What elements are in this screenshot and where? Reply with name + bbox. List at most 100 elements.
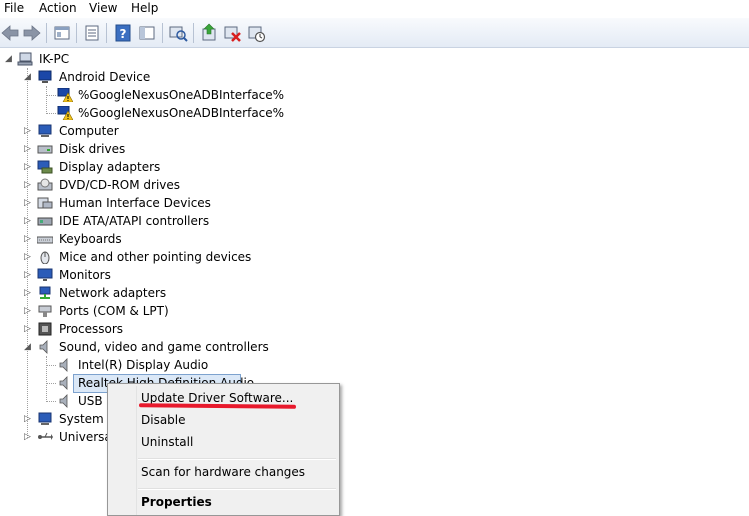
hid-icon: [37, 197, 53, 209]
toolbar-separator: [193, 23, 194, 43]
toolbar-separator: [46, 23, 47, 43]
up-icon[interactable]: [52, 23, 72, 43]
collapse-icon[interactable]: ◢: [4, 50, 13, 68]
expand-icon[interactable]: ▷: [23, 194, 32, 212]
disk-drive-icon: [37, 145, 53, 154]
tree-label: Keyboards: [59, 232, 122, 246]
uninstall-icon[interactable]: [222, 23, 242, 43]
menu-item-uninstall[interactable]: Uninstall: [141, 432, 193, 452]
tree-category-sound[interactable]: ◢ Sound, video and game controllers: [0, 338, 300, 356]
scan-icon[interactable]: [168, 23, 188, 43]
computer-root-icon: [17, 52, 33, 66]
tree-label: Computer: [59, 124, 119, 138]
tree-category-android-device[interactable]: ◢ Android Device: [0, 68, 200, 86]
tree-label: Network adapters: [59, 286, 167, 300]
expand-icon[interactable]: ▷: [23, 122, 32, 140]
android-device-icon: [38, 70, 52, 83]
tree-label: Processors: [59, 322, 124, 336]
context-menu-gutter: [136, 386, 137, 515]
tree-category-computer[interactable]: ▷ Computer: [0, 122, 300, 140]
menu-item-disable[interactable]: Disable: [141, 410, 186, 430]
usb-icon: [38, 432, 53, 440]
show-hide-icon[interactable]: [137, 23, 157, 43]
menu-item-scan-hardware[interactable]: Scan for hardware changes: [141, 462, 305, 482]
tree-label: Disk drives: [59, 142, 126, 156]
speaker-icon: [59, 358, 68, 372]
menu-action[interactable]: Action: [39, 0, 77, 17]
expand-icon[interactable]: ▷: [23, 212, 32, 230]
tree-label: Display adapters: [59, 160, 161, 174]
tree-category-monitors[interactable]: ▷ Monitors: [0, 266, 300, 284]
tree-label: Sound, video and game controllers: [59, 340, 269, 354]
expand-icon[interactable]: ▷: [23, 320, 32, 338]
menu-separator: [138, 458, 336, 460]
tree-category-keyboards[interactable]: ▷ Keyboards: [0, 230, 300, 248]
expand-icon[interactable]: ▷: [23, 302, 32, 320]
menu-item-properties[interactable]: Properties: [141, 492, 212, 512]
tree-label: Human Interface Devices: [59, 196, 211, 210]
mouse-icon: [40, 251, 50, 264]
tree-category-processors[interactable]: ▷ Processors: [0, 320, 300, 338]
tree-category-mice[interactable]: ▷ Mice and other pointing devices: [0, 248, 300, 266]
tree-label: Mice and other pointing devices: [59, 250, 252, 264]
tree-category-network-adapters[interactable]: ▷ Network adapters: [0, 284, 300, 302]
keyboard-icon: [37, 236, 53, 244]
toolbar-separator: [162, 23, 163, 43]
menu-file[interactable]: File: [4, 0, 24, 17]
device-warning-icon: [57, 106, 73, 120]
tree-device-intel-audio[interactable]: Intel(R) Display Audio: [0, 356, 300, 374]
disable-icon[interactable]: [246, 23, 266, 43]
help-icon[interactable]: ?: [113, 23, 133, 43]
expand-icon[interactable]: ▷: [23, 266, 32, 284]
toolbar-separator: [76, 23, 77, 43]
toolbar: ?: [0, 18, 749, 48]
network-adapter-icon: [39, 286, 51, 299]
tree-category-disk-drives[interactable]: ▷ Disk drives: [0, 140, 300, 158]
tree-category-ide-controllers[interactable]: ▷ IDE ATA/ATAPI controllers: [0, 212, 300, 230]
back-icon[interactable]: [0, 23, 20, 43]
tree-label: DVD/CD-ROM drives: [59, 178, 181, 192]
processor-icon: [38, 322, 52, 336]
tree-device-adb-interface[interactable]: %GoogleNexusOneADBInterface%: [0, 86, 300, 104]
tree-label: Intel(R) Display Audio: [78, 358, 209, 372]
ide-controller-icon: [37, 217, 53, 226]
tree-category-display-adapters[interactable]: ▷ Display adapters: [0, 158, 300, 176]
expand-icon[interactable]: ▷: [23, 230, 32, 248]
expand-icon[interactable]: ▷: [23, 140, 32, 158]
monitor-icon: [37, 268, 53, 281]
properties-icon[interactable]: [82, 23, 102, 43]
tree-label: Monitors: [59, 268, 111, 282]
collapse-icon[interactable]: ◢: [23, 68, 32, 86]
speaker-icon: [59, 394, 68, 408]
speaker-icon: [59, 376, 68, 390]
display-adapter-icon: [37, 160, 53, 174]
system-device-icon: [38, 412, 52, 425]
forward-icon[interactable]: [22, 23, 42, 43]
tree-category-ports[interactable]: ▷ Ports (COM & LPT): [0, 302, 300, 320]
tree-label: %GoogleNexusOneADBInterface%: [78, 88, 285, 102]
collapse-icon[interactable]: ◢: [23, 338, 32, 356]
expand-icon[interactable]: ▷: [23, 428, 32, 446]
device-warning-icon: [57, 88, 73, 102]
expand-icon[interactable]: ▷: [23, 176, 32, 194]
menu-help[interactable]: Help: [131, 0, 158, 17]
tree-root-label: IK-PC: [39, 52, 70, 66]
tree-label: IDE ATA/ATAPI controllers: [59, 214, 210, 228]
dvd-drive-icon: [37, 178, 53, 191]
tree-category-hid[interactable]: ▷ Human Interface Devices: [0, 194, 300, 212]
tree-device-adb-interface[interactable]: %GoogleNexusOneADBInterface%: [0, 104, 300, 122]
update-driver-icon[interactable]: [199, 23, 219, 43]
tree-root[interactable]: ◢ IK-PC: [0, 50, 200, 68]
expand-icon[interactable]: ▷: [23, 284, 32, 302]
tree-label: Android Device: [59, 70, 151, 84]
menu-view[interactable]: View: [89, 0, 117, 17]
tree-label: %GoogleNexusOneADBInterface%: [78, 106, 285, 120]
tree-label: Ports (COM & LPT): [59, 304, 169, 318]
tree-category-dvd-cdrom[interactable]: ▷ DVD/CD-ROM drives: [0, 176, 300, 194]
expand-icon[interactable]: ▷: [23, 158, 32, 176]
menu-separator: [138, 488, 336, 490]
expand-icon[interactable]: ▷: [23, 248, 32, 266]
menu-bar: File Action View Help: [0, 0, 749, 17]
port-icon: [38, 305, 52, 317]
expand-icon[interactable]: ▷: [23, 410, 32, 428]
